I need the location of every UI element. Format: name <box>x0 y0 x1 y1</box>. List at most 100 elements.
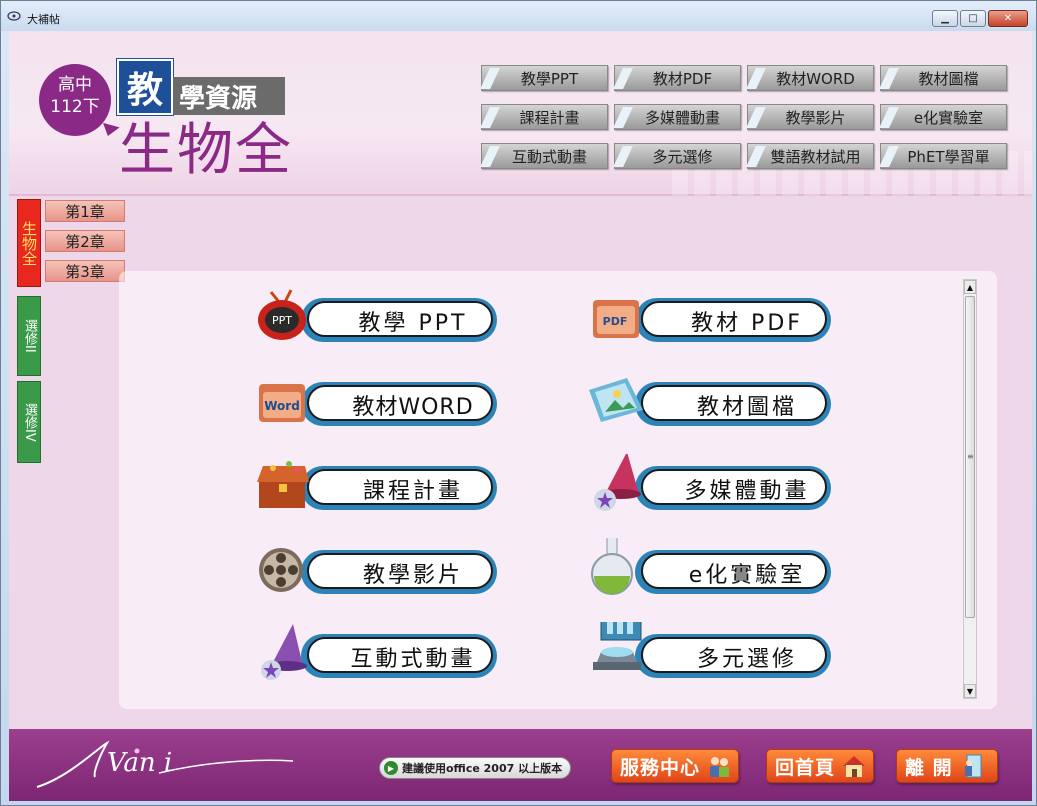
scroll-thumb[interactable]: ≡ <box>965 296 975 618</box>
window-title: 大補帖 <box>27 13 60 26</box>
content-scrollbar[interactable]: ▲ ≡ ▼ <box>963 279 977 699</box>
side-tab-label: 選修IV <box>22 402 37 442</box>
maximize-button[interactable]: □ <box>960 10 986 27</box>
office-note-text: 建議使用office 2007 以上版本 <box>402 762 563 775</box>
item-word[interactable]: 教材WORD Word <box>253 382 503 426</box>
item-course-plan[interactable]: 課程計畫 <box>253 461 503 510</box>
exit-door-icon <box>964 754 982 778</box>
nav-button-images[interactable]: 教材圖檔 <box>879 65 1007 91</box>
item-label: 教材 PDF <box>691 311 803 336</box>
flask-icon <box>591 538 633 595</box>
nav-label: 教材WORD <box>776 69 855 88</box>
nav-button-course-plan[interactable]: 課程計畫 <box>480 104 608 130</box>
exit-button[interactable]: 離 開 <box>896 749 998 783</box>
app-content: 高中 112下 教 學資源 生物全 教學PPT 教材PDF 教材WORD 教材圖… <box>9 31 1032 801</box>
minimize-button[interactable]: ▁ <box>932 10 958 27</box>
item-electives[interactable]: 多元選修 <box>587 622 837 678</box>
grade-line2: 112下 <box>50 97 100 117</box>
nav-button-pdf[interactable]: 教材PDF <box>613 65 741 91</box>
treasure-chest-icon <box>257 461 309 508</box>
pdf-folder-icon: PDF <box>593 300 639 338</box>
nav-button-bilingual[interactable]: 雙語教材試用 <box>746 143 874 169</box>
nav-label: 教學影片 <box>785 108 846 127</box>
grip-icon: ≡ <box>967 452 974 461</box>
nav-label: 教材PDF <box>652 69 713 88</box>
ppt-tv-icon: PPT <box>258 289 306 340</box>
item-label: 教學 PPT <box>358 311 468 336</box>
nav-button-interactive[interactable]: 互動式動畫 <box>480 143 608 169</box>
app-icon <box>7 11 21 21</box>
nav-button-phet[interactable]: PhET學習單 <box>879 143 1007 169</box>
title-bar: 大補帖 ▁ □ ✕ <box>1 1 1036 31</box>
header: 高中 112下 教 學資源 生物全 教學PPT 教材PDF 教材WORD 教材圖… <box>9 31 1032 196</box>
home-label: 回首頁 <box>775 756 836 779</box>
nav-label: 雙語教材試用 <box>770 147 861 166</box>
home-button[interactable]: 回首頁 <box>766 749 874 783</box>
nav-label: 互動式動畫 <box>511 147 587 166</box>
nav-button-ppt[interactable]: 教學PPT <box>480 65 608 91</box>
item-label: 多元選修 <box>696 647 797 672</box>
nav-label: 多媒體動畫 <box>644 108 720 127</box>
top-nav: 教學PPT 教材PDF 教材WORD 教材圖檔 課程計畫 多媒體動畫 教學影片 … <box>480 65 1007 169</box>
side-tab-label: 選修II <box>22 319 37 353</box>
nav-label: PhET學習單 <box>907 147 990 166</box>
nav-label: 教學PPT <box>520 69 579 88</box>
item-material-images[interactable]: 教材圖檔 <box>587 378 837 426</box>
brand-jiao: 教 <box>117 59 173 115</box>
service-center-label: 服務中心 <box>620 756 701 779</box>
item-teaching-ppt[interactable]: 教學 PPT PPT <box>253 289 503 342</box>
item-multimedia-animation[interactable]: 多媒體動畫 <box>587 454 837 511</box>
grade-line1: 高中 <box>58 75 92 95</box>
nav-button-videos[interactable]: 教學影片 <box>746 104 874 130</box>
nav-button-elab[interactable]: e化實驗室 <box>879 104 1007 130</box>
side-tab-active[interactable]: 生物全 <box>17 199 41 287</box>
svg-text:PPT: PPT <box>272 314 292 327</box>
scroll-up-icon[interactable]: ▲ <box>964 280 976 294</box>
item-interactive-animation[interactable]: 互動式動畫 <box>253 624 503 680</box>
grade-badge: 高中 112下 <box>39 64 111 136</box>
item-label: 教材WORD <box>352 395 474 420</box>
display-stand-icon <box>593 622 642 670</box>
people-icon <box>710 757 730 777</box>
side-tab-elective-2[interactable]: 選修II <box>17 296 41 376</box>
item-label: 教材圖檔 <box>696 395 797 420</box>
svg-text:Van i: Van i <box>107 748 172 778</box>
item-label: 教學影片 <box>362 563 463 588</box>
item-label: 多媒體動畫 <box>684 479 810 504</box>
word-folder-icon: Word <box>259 384 305 422</box>
brand-logo: Van i <box>36 740 294 788</box>
footer: Van i ▶ 建議使用office 2007 以上版本 服務中心 回首頁 離 … <box>9 729 1032 801</box>
office-note: ▶ 建議使用office 2007 以上版本 <box>379 757 572 779</box>
side-tab-elective-4[interactable]: 選修IV <box>17 381 41 463</box>
nav-label: 教材圖檔 <box>918 69 979 88</box>
item-teaching-video[interactable]: 教學影片 <box>253 548 503 594</box>
play-icon: ▶ <box>384 761 398 775</box>
exit-label: 離 開 <box>905 756 953 779</box>
nav-button-multimedia[interactable]: 多媒體動畫 <box>613 104 741 130</box>
item-label: 互動式動畫 <box>350 647 476 672</box>
app-window: 大補帖 ▁ □ ✕ 高中 112下 教 學資源 生物全 教學PPT 教材PDF … <box>0 0 1037 806</box>
scroll-down-icon[interactable]: ▼ <box>964 684 976 698</box>
home-icon <box>843 756 866 777</box>
close-button[interactable]: ✕ <box>988 10 1028 27</box>
item-label: 課程計畫 <box>362 479 463 504</box>
chapter-button-2[interactable]: 第2章 <box>45 230 125 252</box>
image-folder-icon <box>589 378 643 422</box>
nav-label: e化實驗室 <box>913 108 984 127</box>
item-material-pdf[interactable]: 教材 PDF PDF <box>587 298 837 342</box>
nav-button-word[interactable]: 教材WORD <box>746 65 874 91</box>
wizard-hat-icon <box>261 624 307 680</box>
nav-label: 課程計畫 <box>519 108 580 127</box>
wizard-hat-icon <box>594 454 641 511</box>
subject-title: 生物全 <box>119 118 293 183</box>
svg-text:PDF: PDF <box>603 315 628 328</box>
service-center-button[interactable]: 服務中心 <box>611 749 739 783</box>
nav-button-electives[interactable]: 多元選修 <box>613 143 741 169</box>
content-panel <box>119 271 997 709</box>
chapter-button-3[interactable]: 第3章 <box>45 260 125 282</box>
item-label: e化實驗室 <box>688 563 806 588</box>
item-e-lab[interactable]: e化實驗室 <box>587 538 837 595</box>
chapter-button-1[interactable]: 第1章 <box>45 200 125 222</box>
nav-label: 多元選修 <box>652 147 713 166</box>
window-controls: ▁ □ ✕ <box>932 10 1028 27</box>
